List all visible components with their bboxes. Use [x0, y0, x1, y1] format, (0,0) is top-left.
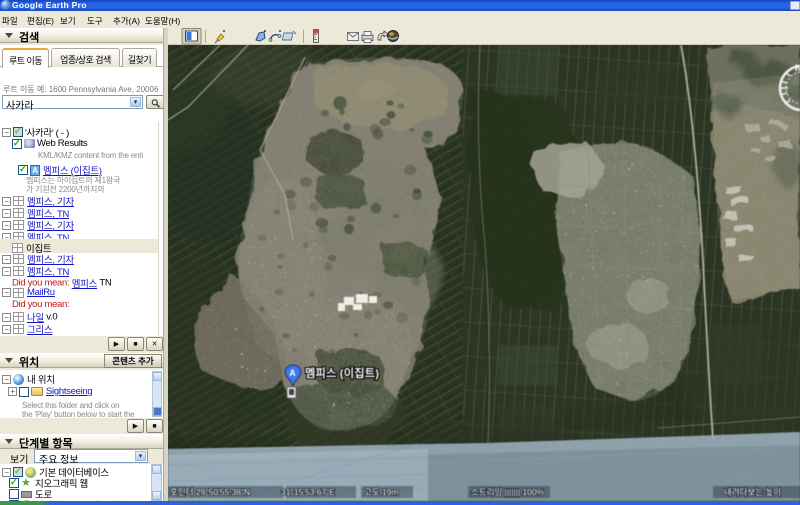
svg-text:포인터 29°50'55.38"N: 포인터 29°50'55.38"N	[170, 487, 250, 497]
svg-text:31°15'53.67"E: 31°15'53.67"E	[281, 487, 335, 497]
svg-text:N: N	[795, 63, 800, 73]
svg-text:스트리밍 ||||||| 100%: 스트리밍 ||||||| 100%	[471, 487, 545, 497]
svg-text:A: A	[289, 368, 296, 378]
svg-text:고도 19m: 고도 19m	[364, 487, 399, 497]
svg-text:내려다보는 높이: 내려다보는 높이	[724, 487, 781, 497]
svg-text:멤피스 (이집트): 멤피스 (이집트)	[305, 366, 379, 380]
